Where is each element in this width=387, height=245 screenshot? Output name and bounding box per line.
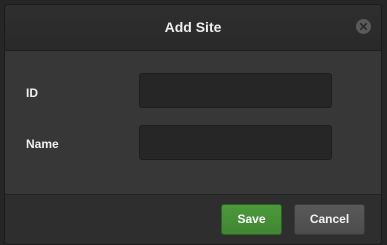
close-icon	[360, 23, 367, 30]
id-input[interactable]	[139, 73, 332, 108]
name-label: Name	[26, 137, 59, 151]
name-input[interactable]	[139, 125, 332, 160]
close-button[interactable]	[356, 19, 371, 34]
dialog-footer: Save Cancel	[5, 194, 381, 244]
cancel-button[interactable]: Cancel	[294, 204, 365, 235]
id-label: ID	[26, 86, 38, 100]
dialog-body: ID Name	[5, 51, 381, 194]
dialog-header: Add Site	[5, 5, 381, 51]
save-button[interactable]: Save	[221, 204, 282, 235]
add-site-dialog: Add Site ID Name Save Cancel	[5, 5, 381, 244]
dialog-title: Add Site	[164, 19, 222, 35]
